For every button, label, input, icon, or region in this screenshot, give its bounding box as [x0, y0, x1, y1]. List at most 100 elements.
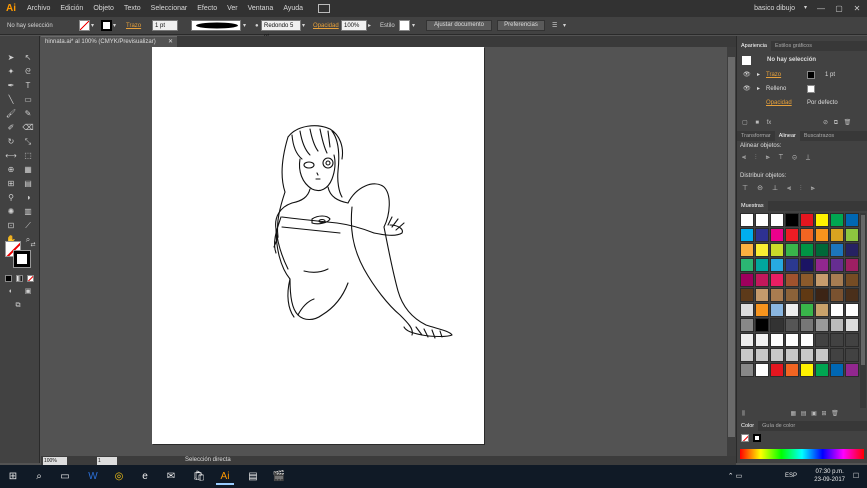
color-mode-button[interactable] [5, 275, 12, 282]
swatch-options-icon[interactable]: ▤ [801, 411, 807, 417]
stroke-swatch[interactable] [101, 20, 112, 31]
stroke-label[interactable]: Trazo [126, 20, 141, 32]
color-swatch[interactable] [845, 318, 859, 332]
none-mode-button[interactable] [27, 275, 34, 282]
align-right-icon[interactable]: ⫸ [766, 154, 779, 161]
color-swatch[interactable] [755, 288, 769, 302]
color-swatch[interactable] [815, 213, 829, 227]
brush-preview[interactable] [191, 20, 241, 31]
color-swatch[interactable] [830, 288, 844, 302]
show-kinds-icon[interactable]: ▦ [790, 411, 796, 417]
current-tool-status[interactable]: Selección directa [185, 456, 231, 465]
color-swatch[interactable] [740, 333, 754, 347]
language-indicator[interactable]: ESP [782, 468, 800, 485]
align-top-icon[interactable]: ⊤ [779, 154, 793, 161]
color-swatch[interactable] [800, 273, 814, 287]
color-swatch[interactable] [755, 318, 769, 332]
swatch-scrollbar[interactable] [860, 213, 866, 408]
color-swatch[interactable] [830, 303, 844, 317]
minimize-button[interactable]: — [813, 0, 829, 17]
color-swatch[interactable] [815, 228, 829, 242]
tab-apariencia[interactable]: Apariencia [737, 41, 771, 51]
windows-start-icon[interactable]: ⊞ [4, 468, 22, 485]
color-swatch[interactable] [770, 333, 784, 347]
blob-brush-tool-icon[interactable]: ✐ [4, 122, 18, 134]
color-swatch[interactable] [785, 348, 799, 362]
eyedropper-tool-icon[interactable]: ⚲ [4, 192, 18, 204]
file-explorer-icon[interactable]: ▤ [244, 468, 262, 485]
color-swatch[interactable] [785, 213, 799, 227]
color-swatch[interactable] [845, 333, 859, 347]
color-swatch[interactable] [845, 273, 859, 287]
color-swatch[interactable] [815, 258, 829, 272]
color-swatch[interactable] [800, 288, 814, 302]
color-swatch[interactable] [785, 258, 799, 272]
color-swatch[interactable] [770, 303, 784, 317]
mail-app-icon[interactable]: ✉ [162, 468, 180, 485]
color-swatch[interactable] [770, 213, 784, 227]
color-swatch[interactable] [800, 318, 814, 332]
menu-ventana[interactable]: Ventana [243, 0, 279, 17]
video-app-icon[interactable]: 🎬 [270, 468, 288, 485]
color-swatch[interactable] [740, 288, 754, 302]
column-graph-tool-icon[interactable]: ▥ [21, 206, 35, 218]
menu-objeto[interactable]: Objeto [88, 0, 119, 17]
stroke-weight-input[interactable]: 1 pt [152, 20, 178, 31]
color-swatch[interactable] [815, 273, 829, 287]
appearance-fill-label[interactable]: Relleno [766, 83, 786, 95]
new-color-group-icon[interactable]: ▣ [811, 411, 817, 417]
delete-swatch-icon[interactable]: 🗑 [831, 411, 839, 417]
color-swatch[interactable] [800, 348, 814, 362]
color-swatch[interactable] [740, 318, 754, 332]
illustrator-app-icon[interactable]: Ai [216, 468, 234, 485]
distribute-bottom-icon[interactable]: ⊥ [772, 185, 787, 192]
maximize-button[interactable]: ▢ [831, 0, 847, 17]
word-app-icon[interactable]: W [84, 468, 102, 485]
color-swatch[interactable] [785, 228, 799, 242]
color-swatch[interactable] [755, 363, 769, 377]
color-swatch[interactable] [815, 303, 829, 317]
color-swatch[interactable] [845, 348, 859, 362]
direct-selection-tool-icon[interactable]: ↖ [21, 52, 35, 64]
stroke-color-box[interactable] [13, 250, 31, 268]
add-effect-icon[interactable]: fx [767, 120, 772, 126]
color-swatch[interactable] [755, 273, 769, 287]
color-swatch[interactable] [740, 348, 754, 362]
color-swatch[interactable] [755, 333, 769, 347]
color-swatch[interactable] [770, 228, 784, 242]
color-swatch[interactable] [815, 288, 829, 302]
color-swatch[interactable] [800, 333, 814, 347]
align-bottom-icon[interactable]: ⊥ [806, 154, 820, 161]
perspective-grid-tool-icon[interactable]: ▦ [21, 164, 35, 176]
change-screen-mode-icon[interactable]: ⧉ [11, 300, 25, 312]
add-new-fill-icon[interactable]: ■ [755, 120, 759, 126]
color-swatch[interactable] [785, 318, 799, 332]
draw-mode-icon[interactable]: ◐ [4, 286, 18, 298]
width-tool-icon[interactable]: ⟷ [4, 150, 18, 162]
expand-arrow-icon[interactable]: ▸ [757, 69, 760, 81]
taskbar-clock[interactable]: 07:30 p.m. 23-09-2017 [814, 468, 845, 484]
symbol-sprayer-tool-icon[interactable]: ✺ [4, 206, 18, 218]
shape-builder-tool-icon[interactable]: ⊕ [4, 164, 18, 176]
workspace-switcher[interactable]: basico dibujo [754, 0, 795, 17]
distribute-top-icon[interactable]: ⊤ [742, 185, 757, 192]
brush-definition-dropdown-icon[interactable]: ▾ [302, 20, 305, 32]
color-swatch[interactable] [845, 288, 859, 302]
menu-ver[interactable]: Ver [222, 0, 243, 17]
paintbrush-tool-icon[interactable]: 🖌 [4, 108, 18, 120]
appearance-stroke-label[interactable]: Trazo [766, 69, 781, 81]
swatch-scroll-thumb[interactable] [861, 215, 865, 365]
arrange-icon[interactable]: ☰ [552, 20, 557, 32]
color-swatch[interactable] [815, 348, 829, 362]
line-tool-icon[interactable]: ╲ [4, 94, 18, 106]
gradient-tool-icon[interactable]: ▤ [21, 178, 35, 190]
color-swatch[interactable] [845, 363, 859, 377]
new-swatch-icon[interactable]: ⊞ [821, 411, 826, 417]
color-swatch[interactable] [830, 228, 844, 242]
screen-mode-icon[interactable]: ▣ [21, 286, 35, 298]
edge-app-icon[interactable]: e [136, 468, 154, 485]
color-swatch[interactable] [800, 228, 814, 242]
color-swatch[interactable] [770, 273, 784, 287]
clear-appearance-icon[interactable]: ⊘ [823, 120, 828, 126]
rectangle-tool-icon[interactable]: ▭ [21, 94, 35, 106]
